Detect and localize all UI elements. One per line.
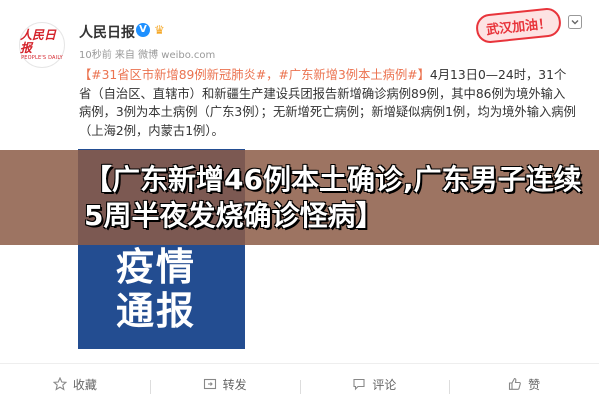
post-image-text: 疫情 通报 bbox=[116, 245, 196, 333]
avatar-subtext: PEOPLE'S DAILY bbox=[21, 55, 63, 61]
collect-button[interactable]: 收藏 bbox=[0, 376, 150, 393]
chevron-down-icon[interactable] bbox=[568, 15, 582, 29]
thumbs-up-icon bbox=[509, 377, 521, 390]
user-name[interactable]: 人民日报 bbox=[79, 22, 135, 42]
repost-label: 转发 bbox=[222, 377, 247, 392]
collect-label: 收藏 bbox=[72, 377, 97, 392]
avatar-logo: 人民日报 bbox=[20, 28, 57, 55]
sticker-badge: 武汉加油！ bbox=[474, 6, 563, 45]
comment-button[interactable]: 评论 bbox=[299, 376, 450, 394]
comment-label: 评论 bbox=[372, 377, 397, 392]
action-bar: 收藏 转发 评论 赞 bbox=[0, 363, 599, 404]
banner-title: 【广东新增46例本土确诊,广东男子连续5周半夜发烧确诊怪病】 bbox=[84, 163, 582, 232]
crown-icon: ♛ bbox=[154, 23, 165, 37]
repost-icon bbox=[203, 378, 216, 390]
post-meta: 10秒前 来自 微博 weibo.com bbox=[79, 50, 216, 61]
avatar[interactable]: 人民日报 PEOPLE'S DAILY bbox=[19, 22, 65, 68]
weibo-post: 人民日报 PEOPLE'S DAILY 人民日报 V ♛ 10秒前 来自 微博 … bbox=[0, 0, 599, 403]
star-icon bbox=[52, 377, 67, 391]
post-image-line1: 疫情 bbox=[116, 245, 197, 289]
like-label: 赞 bbox=[528, 377, 541, 392]
post-image-line2: 通报 bbox=[116, 289, 197, 333]
post-body: 【#31省区市新增89例新冠肺炎#，#广东新增3例本土病例#】4月13日0—24… bbox=[79, 66, 577, 140]
verified-icon: V bbox=[136, 23, 150, 37]
repost-button[interactable]: 转发 bbox=[149, 376, 300, 394]
hashtag-link[interactable]: 【#31省区市新增89例新冠肺炎#，#广东新增3例本土病例#】 bbox=[79, 68, 430, 82]
comment-icon bbox=[353, 378, 365, 391]
like-button[interactable]: 赞 bbox=[449, 376, 599, 394]
